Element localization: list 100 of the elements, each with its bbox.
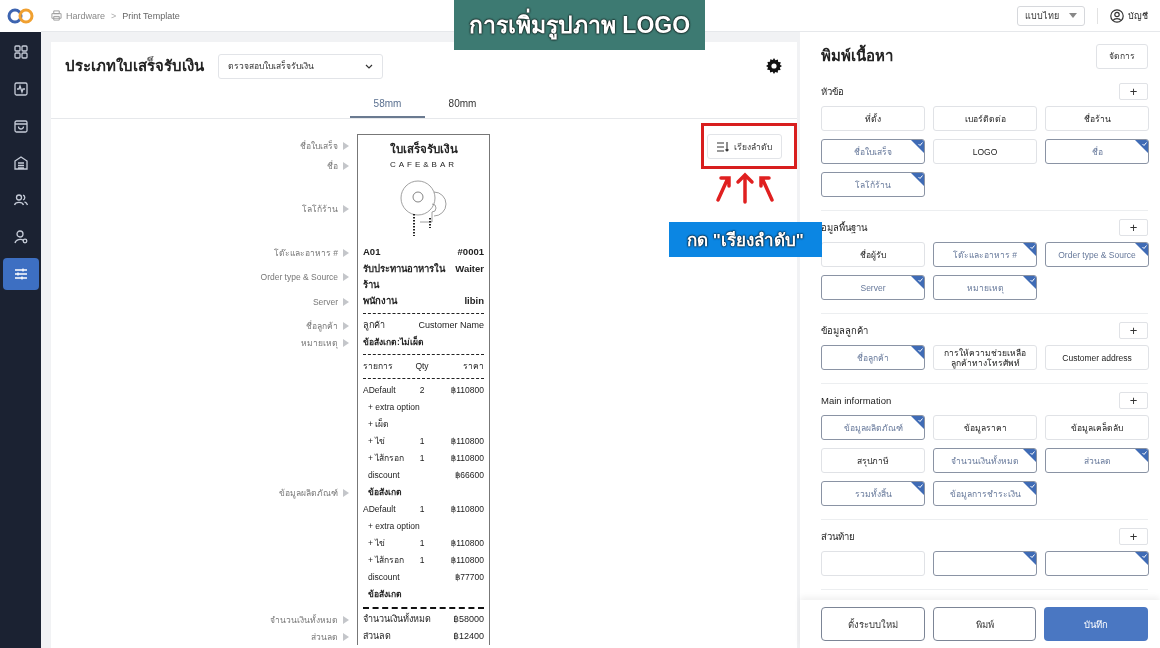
triangle-icon[interactable] bbox=[343, 297, 349, 306]
option-chip[interactable]: สรุปภาษี bbox=[821, 448, 925, 473]
option-chip[interactable]: การให้ความช่วยเหลือลูกค้าทางโทรศัพท์ bbox=[933, 345, 1037, 370]
triangle-icon[interactable] bbox=[343, 273, 349, 281]
field-label: โต๊ะและอาหาร # bbox=[273, 246, 338, 260]
size-tab[interactable]: 58mm bbox=[350, 90, 425, 118]
item-name: ADefault bbox=[363, 384, 397, 397]
breadcrumb-link[interactable]: Hardware bbox=[66, 10, 105, 21]
item-name: ข้อสังเกต bbox=[367, 588, 403, 601]
triangle-icon[interactable] bbox=[343, 248, 349, 257]
item-name: + ไข่ bbox=[367, 537, 387, 550]
option-chip[interactable]: รวมทั้งสิ้น bbox=[821, 481, 925, 506]
field-label: ชื่อใบเสร็จ bbox=[300, 139, 338, 153]
logo-drawing bbox=[399, 180, 448, 238]
sliders-icon bbox=[12, 266, 29, 282]
annotation-callout: กด "เรียงลำดับ" bbox=[669, 222, 822, 257]
item-name: ADefault bbox=[363, 503, 397, 516]
option-chip[interactable]: ชื่อใบเสร็จ bbox=[821, 139, 925, 164]
add-button[interactable]: + bbox=[1119, 391, 1148, 409]
bag-icon bbox=[12, 118, 29, 134]
add-button[interactable]: + bbox=[1119, 527, 1148, 545]
account-icon[interactable] bbox=[1110, 8, 1124, 23]
option-chip[interactable]: LOGO bbox=[933, 139, 1037, 164]
section-title: ส่วนท้าย bbox=[821, 529, 855, 544]
item-qty: 1 bbox=[418, 503, 426, 516]
option-chip[interactable]: ข้อมูลผลิตภัณฑ์ bbox=[821, 415, 925, 440]
section-title: อมูลพื้นฐาน bbox=[821, 220, 867, 235]
language-select[interactable]: แบบไทย bbox=[1017, 5, 1085, 26]
add-button[interactable]: + bbox=[1119, 82, 1148, 100]
check-corner-icon bbox=[1023, 482, 1036, 495]
page-title: ประเภทใบเสร็จรับเงิน bbox=[65, 55, 204, 76]
option-chip[interactable]: ข้อมูลราคา bbox=[933, 415, 1037, 440]
account-label[interactable]: บัญชี bbox=[1128, 8, 1148, 23]
item-price: ราคา bbox=[462, 360, 484, 373]
option-chip[interactable]: ที่ตั้ง bbox=[821, 106, 925, 131]
option-chip[interactable]: ชื่อร้าน bbox=[1045, 106, 1149, 131]
option-chip[interactable]: ข้อมูลการชำระเงิน bbox=[933, 481, 1037, 506]
field-label: โลโก้ร้าน bbox=[302, 203, 338, 216]
receipt-value: ฿12400 bbox=[453, 630, 484, 643]
triangle-icon[interactable] bbox=[343, 488, 349, 497]
item-name: + ไข่ bbox=[367, 435, 387, 448]
size-tab[interactable]: 80mm bbox=[425, 90, 500, 118]
receipt-value: Customer Name bbox=[418, 319, 484, 332]
option-chip[interactable]: จำนวนเงินทั้งหมด bbox=[933, 448, 1037, 473]
check-corner-icon bbox=[1135, 243, 1148, 256]
option-chip[interactable] bbox=[1045, 551, 1149, 576]
triangle-icon[interactable] bbox=[343, 162, 349, 170]
item-name: + เผ็ด bbox=[367, 417, 391, 431]
template-select[interactable]: ตรวจสอบใบเสร็จรับเงิน bbox=[218, 53, 383, 79]
add-button[interactable]: + bbox=[1119, 218, 1148, 236]
item-qty: 2 bbox=[418, 384, 426, 397]
item-name: discount bbox=[367, 469, 401, 482]
receipt-value: #0001 bbox=[457, 245, 484, 259]
receipt-text: จำนวนเงินทั้งหมด bbox=[363, 612, 431, 626]
item-price: ฿66600 bbox=[453, 469, 484, 482]
sidebar-item[interactable] bbox=[2, 258, 39, 290]
check-corner-icon bbox=[911, 140, 924, 153]
breadcrumb-separator: > bbox=[110, 10, 118, 21]
option-chip[interactable]: ข้อมูลเคล็ดลับ bbox=[1045, 415, 1149, 440]
item-price: ฿110800 bbox=[449, 503, 484, 516]
field-label: Order type & Source bbox=[260, 272, 338, 282]
footer-button[interactable]: ตั้งระบบใหม่ bbox=[821, 607, 925, 641]
item-name: + extra option bbox=[367, 520, 420, 533]
item-name: รายการ bbox=[363, 360, 394, 373]
option-chip[interactable]: เบอร์ติดต่อ bbox=[933, 106, 1037, 131]
manage-button[interactable]: จัดการ bbox=[1096, 43, 1148, 69]
option-chip[interactable]: โต๊ะและอาหาร # bbox=[933, 242, 1037, 267]
footer-button[interactable]: พิมพ์ bbox=[932, 607, 1037, 641]
receipt-value: ฿58000 bbox=[453, 613, 484, 626]
logo-icon bbox=[6, 7, 35, 25]
triangle-icon[interactable] bbox=[343, 142, 349, 150]
check-corner-icon bbox=[1135, 140, 1148, 153]
option-chip[interactable]: ชื่อ bbox=[1045, 139, 1149, 164]
field-label: ชื่อ bbox=[327, 159, 338, 173]
people-icon bbox=[12, 192, 29, 208]
grid-icon bbox=[12, 44, 29, 60]
activity-icon bbox=[12, 81, 29, 97]
item-name: discount bbox=[367, 571, 401, 584]
option-chip[interactable]: หมายเหตุ bbox=[933, 275, 1037, 300]
section-title: ข้อมูลลูกค้า bbox=[821, 323, 868, 338]
check-corner-icon bbox=[1023, 243, 1036, 256]
add-button[interactable]: + bbox=[1119, 321, 1148, 339]
option-chip[interactable]: ชื่อลูกค้า bbox=[821, 345, 925, 370]
receipt-text: ลูกค้า bbox=[363, 319, 385, 333]
check-corner-icon bbox=[911, 346, 924, 359]
option-chip[interactable] bbox=[933, 551, 1037, 576]
option-chip[interactable]: ชื่อผู้รับ bbox=[821, 242, 925, 267]
option-chip[interactable]: Server bbox=[821, 275, 925, 300]
option-chip[interactable]: Order type & Source bbox=[1045, 242, 1149, 267]
shop-name: CAFE&BAR bbox=[388, 159, 459, 171]
option-chip[interactable]: Customer address bbox=[1045, 345, 1149, 370]
item-qty: 1 bbox=[418, 435, 426, 448]
item-price: ฿110800 bbox=[449, 554, 484, 567]
option-chip[interactable]: ส่วนลด bbox=[1045, 448, 1149, 473]
settings-icon[interactable] bbox=[766, 58, 782, 74]
option-chip[interactable]: โลโก้ร้าน bbox=[821, 172, 925, 197]
save-button[interactable]: บันทึก bbox=[1044, 607, 1148, 641]
sort-button[interactable]: เรียงลำดับ bbox=[707, 134, 782, 159]
triangle-icon[interactable] bbox=[343, 205, 349, 213]
field-label: จำนวนเงินทั้งหมด bbox=[270, 613, 338, 627]
